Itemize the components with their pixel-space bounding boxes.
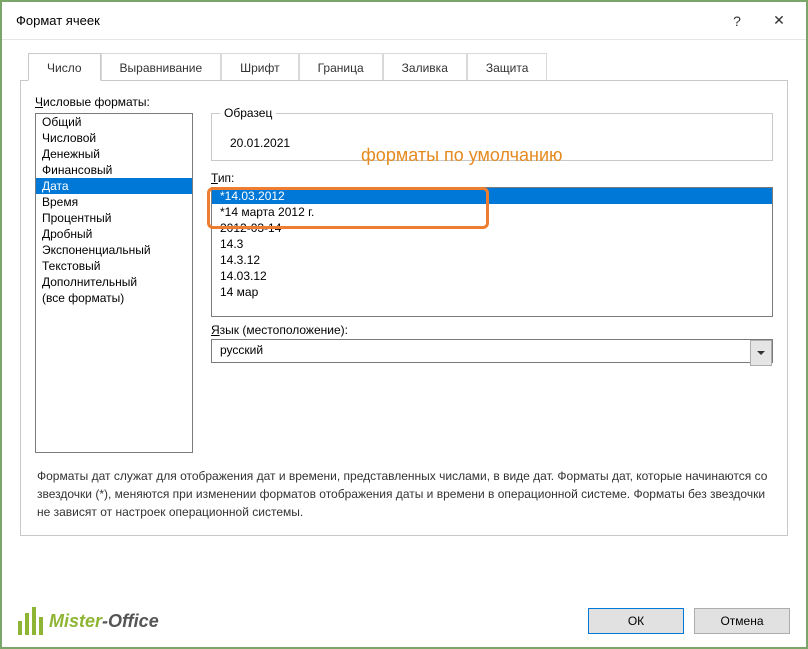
- language-value: русский: [212, 340, 740, 362]
- list-item[interactable]: Дополнительный: [36, 274, 192, 290]
- logo-bars-icon: [18, 607, 43, 635]
- list-item[interactable]: (все форматы): [36, 290, 192, 306]
- categories-label: Числовые форматы:: [35, 95, 773, 109]
- list-item[interactable]: 14.03.12: [212, 268, 772, 284]
- list-item[interactable]: Денежный: [36, 146, 192, 162]
- description-text: Форматы дат служат для отображения дат и…: [37, 467, 771, 521]
- categories-listbox[interactable]: Общий Числовой Денежный Финансовый Дата …: [35, 113, 193, 453]
- language-select[interactable]: русский: [211, 339, 773, 363]
- tab-font[interactable]: Шрифт: [221, 53, 298, 81]
- tab-alignment[interactable]: Выравнивание: [101, 53, 222, 81]
- brand-logo: Mister-Office: [18, 607, 159, 635]
- list-item[interactable]: *14.03.2012: [212, 188, 772, 204]
- close-icon[interactable]: ✕: [758, 6, 800, 36]
- list-item[interactable]: 2012-03-14: [212, 220, 772, 236]
- list-item[interactable]: Дробный: [36, 226, 192, 242]
- list-item[interactable]: Финансовый: [36, 162, 192, 178]
- list-item[interactable]: *14 марта 2012 г.: [212, 204, 772, 220]
- right-pane: Образец 20.01.2021 форматы по умолчанию …: [211, 113, 773, 453]
- titlebar: Формат ячеек ? ✕: [2, 2, 806, 40]
- help-icon[interactable]: ?: [716, 6, 758, 36]
- list-item[interactable]: Текстовый: [36, 258, 192, 274]
- tab-panel: Числовые форматы: Общий Числовой Денежны…: [20, 80, 788, 536]
- list-item[interactable]: Числовой: [36, 130, 192, 146]
- list-item[interactable]: Дата: [36, 178, 192, 194]
- tab-number[interactable]: Число: [28, 53, 101, 81]
- chevron-down-icon[interactable]: [750, 340, 772, 366]
- tabs: Число Выравнивание Шрифт Граница Заливка…: [28, 52, 788, 80]
- tab-protection[interactable]: Защита: [467, 53, 548, 81]
- list-item[interactable]: Общий: [36, 114, 192, 130]
- type-listbox[interactable]: *14.03.2012 *14 марта 2012 г. 2012-03-14…: [211, 187, 773, 317]
- language-label: Язык (местоположение):: [211, 323, 773, 337]
- tab-fill[interactable]: Заливка: [383, 53, 467, 81]
- list-item[interactable]: Процентный: [36, 210, 192, 226]
- list-item[interactable]: Время: [36, 194, 192, 210]
- ok-button[interactable]: ОК: [588, 608, 684, 634]
- list-item[interactable]: 14 мар: [212, 284, 772, 300]
- list-item[interactable]: 14.3.12: [212, 252, 772, 268]
- type-label: Тип:: [211, 171, 773, 185]
- list-item[interactable]: 14.3: [212, 236, 772, 252]
- footer: Mister-Office ОК Отмена: [18, 607, 790, 635]
- list-item[interactable]: Экспоненциальный: [36, 242, 192, 258]
- window-title: Формат ячеек: [16, 13, 716, 28]
- dialog-content: Число Выравнивание Шрифт Граница Заливка…: [2, 40, 806, 550]
- cancel-button[interactable]: Отмена: [694, 608, 790, 634]
- sample-legend: Образец: [220, 106, 276, 120]
- tab-border[interactable]: Граница: [299, 53, 383, 81]
- dialog-window: Формат ячеек ? ✕ Число Выравнивание Шриф…: [0, 0, 808, 649]
- annotation-text: форматы по умолчанию: [361, 145, 563, 166]
